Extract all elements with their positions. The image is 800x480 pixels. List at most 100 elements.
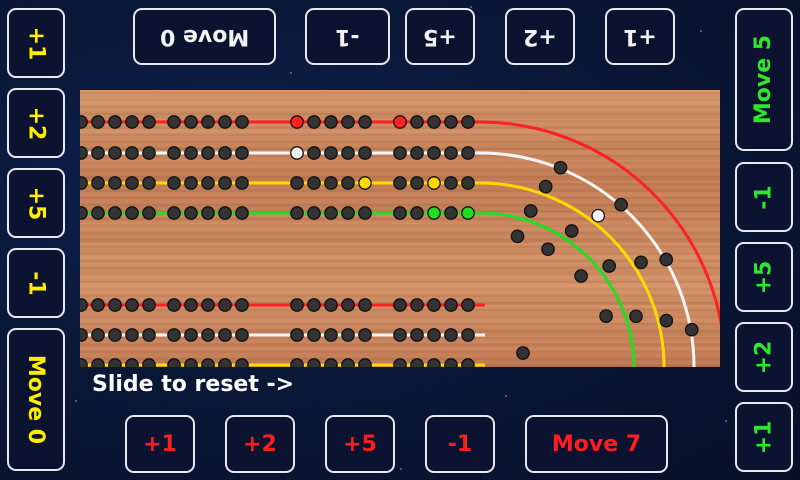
peg-hole [290,298,304,312]
peg-hole [444,328,458,342]
peg-hole [290,176,304,190]
cribbage-board[interactable] [80,90,720,367]
peg-hole [444,176,458,190]
peg-hole [427,146,441,160]
top-plus1-button[interactable]: +1 [605,8,675,65]
top-minus1-button[interactable]: -1 [305,8,390,65]
peg-hole [461,115,475,129]
peg-hole [167,206,181,220]
peg-hole [444,115,458,129]
peg-hole [80,146,88,160]
peg-hole [410,115,424,129]
peg-hole [125,146,139,160]
peg-hole [307,176,321,190]
peg-hole [410,176,424,190]
top-plus2-button[interactable]: +2 [505,8,575,65]
left-plus5-button[interactable]: +5 [7,168,65,238]
peg-hole [341,146,355,160]
peg-hole [184,298,198,312]
peg-hole [564,224,579,238]
bottom-minus1-button[interactable]: -1 [425,415,495,473]
peg-hole [427,115,441,129]
peg-white [290,146,304,160]
peg-hole [444,358,458,367]
peg-hole [410,358,424,367]
peg-hole [427,328,441,342]
bottom-plus1-button[interactable]: +1 [125,415,195,473]
peg-hole [125,115,139,129]
peg-hole [235,358,249,367]
top-plus5-button[interactable]: +5 [405,8,475,65]
peg-hole [142,146,156,160]
peg-hole [184,328,198,342]
peg-hole [142,115,156,129]
peg-hole [142,206,156,220]
peg-hole [324,358,338,367]
peg-hole [142,298,156,312]
peg-hole [167,176,181,190]
peg-hole [201,176,215,190]
left-plus2-button[interactable]: +2 [7,88,65,158]
peg-hole [184,206,198,220]
peg-hole [510,229,525,244]
peg-hole [324,146,338,160]
slide-to-reset-hint[interactable]: Slide to reset -> [92,372,294,397]
peg-hole [538,179,553,194]
peg-hole [184,176,198,190]
top-move-counter[interactable]: Move 0 [133,8,276,65]
peg-hole [324,206,338,220]
peg-hole [614,197,628,212]
peg-hole [142,358,156,367]
peg-hole [142,176,156,190]
left-minus1-button[interactable]: -1 [7,248,65,318]
peg-hole [307,358,321,367]
peg-hole [290,206,304,220]
bottom-move-counter[interactable]: Move 7 [525,415,668,473]
peg-hole [108,146,122,160]
peg-hole [80,115,88,129]
peg-hole [358,328,372,342]
peg-hole [341,176,355,190]
peg-hole [523,204,538,218]
peg-hole [290,328,304,342]
peg-hole [201,328,215,342]
peg-hole [307,146,321,160]
peg-hole [125,298,139,312]
peg-green [427,206,441,220]
peg-hole [358,146,372,160]
peg-hole [125,176,139,190]
peg-hole [461,358,475,367]
peg-hole [80,358,88,367]
peg-hole [235,298,249,312]
peg-hole [393,206,407,220]
peg-hole [324,328,338,342]
peg-hole [307,298,321,312]
peg-hole [91,146,105,160]
peg-hole [201,298,215,312]
peg-hole [91,328,105,342]
bottom-plus2-button[interactable]: +2 [225,415,295,473]
peg-hole [307,115,321,129]
peg-hole [125,206,139,220]
peg-hole [125,358,139,367]
peg-hole [341,206,355,220]
peg-hole [541,242,555,257]
right-minus1-button[interactable]: -1 [735,162,793,232]
peg-hole [410,206,424,220]
peg-hole [80,298,88,312]
peg-hole [324,298,338,312]
left-plus1-button[interactable]: +1 [7,8,65,78]
peg-hole [91,115,105,129]
left-move-counter[interactable]: Move 0 [7,328,65,471]
right-plus5-button[interactable]: +5 [735,242,793,312]
right-move-counter[interactable]: Move 5 [735,8,793,151]
peg-hole [91,206,105,220]
bottom-plus5-button[interactable]: +5 [325,415,395,473]
right-plus1-button[interactable]: +1 [735,402,793,472]
peg-hole [218,298,232,312]
peg-hole [516,346,530,360]
peg-hole [461,328,475,342]
peg-hole [201,146,215,160]
right-plus2-button[interactable]: +2 [735,322,793,392]
peg-hole [142,328,156,342]
